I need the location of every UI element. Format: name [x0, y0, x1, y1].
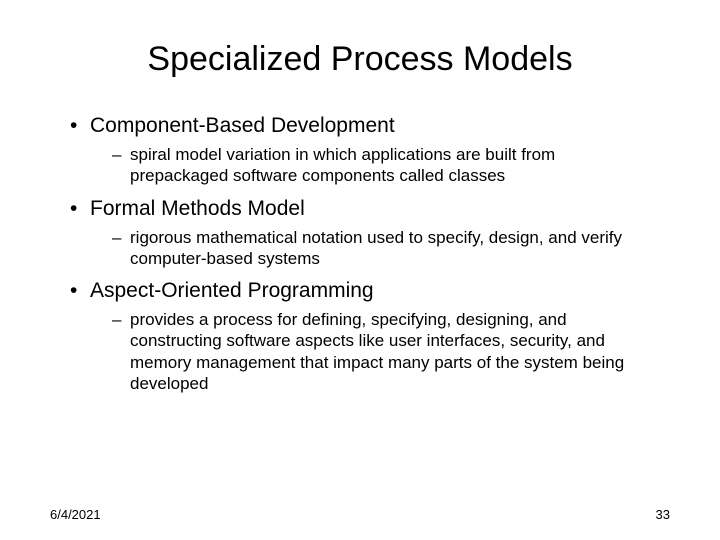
sub-text: rigorous mathematical notation used to s…	[130, 227, 670, 270]
sub-item: – rigorous mathematical notation used to…	[70, 227, 670, 270]
list-item: • Aspect-Oriented Programming – provides…	[70, 279, 670, 394]
slide-footer: 6/4/2021 33	[50, 507, 670, 522]
sub-text: provides a process for defining, specify…	[130, 309, 670, 394]
bullet-text: Formal Methods Model	[90, 197, 305, 221]
footer-page-number: 33	[656, 507, 670, 522]
list-item: • Component-Based Development – spiral m…	[70, 114, 670, 187]
bullet-text: Aspect-Oriented Programming	[90, 279, 374, 303]
bullet-heading: • Component-Based Development	[70, 114, 670, 138]
bullet-text: Component-Based Development	[90, 114, 395, 138]
list-item: • Formal Methods Model – rigorous mathem…	[70, 197, 670, 270]
sub-text: spiral model variation in which applicat…	[130, 144, 670, 187]
sub-item: – provides a process for defining, speci…	[70, 309, 670, 394]
dash-icon: –	[112, 227, 130, 270]
dash-icon: –	[112, 144, 130, 187]
sub-item: – spiral model variation in which applic…	[70, 144, 670, 187]
bullet-heading: • Aspect-Oriented Programming	[70, 279, 670, 303]
slide-content: • Component-Based Development – spiral m…	[50, 114, 670, 394]
bullet-icon: •	[70, 197, 90, 221]
bullet-icon: •	[70, 279, 90, 303]
footer-date: 6/4/2021	[50, 507, 101, 522]
bullet-heading: • Formal Methods Model	[70, 197, 670, 221]
dash-icon: –	[112, 309, 130, 394]
slide-title: Specialized Process Models	[50, 40, 670, 79]
bullet-icon: •	[70, 114, 90, 138]
